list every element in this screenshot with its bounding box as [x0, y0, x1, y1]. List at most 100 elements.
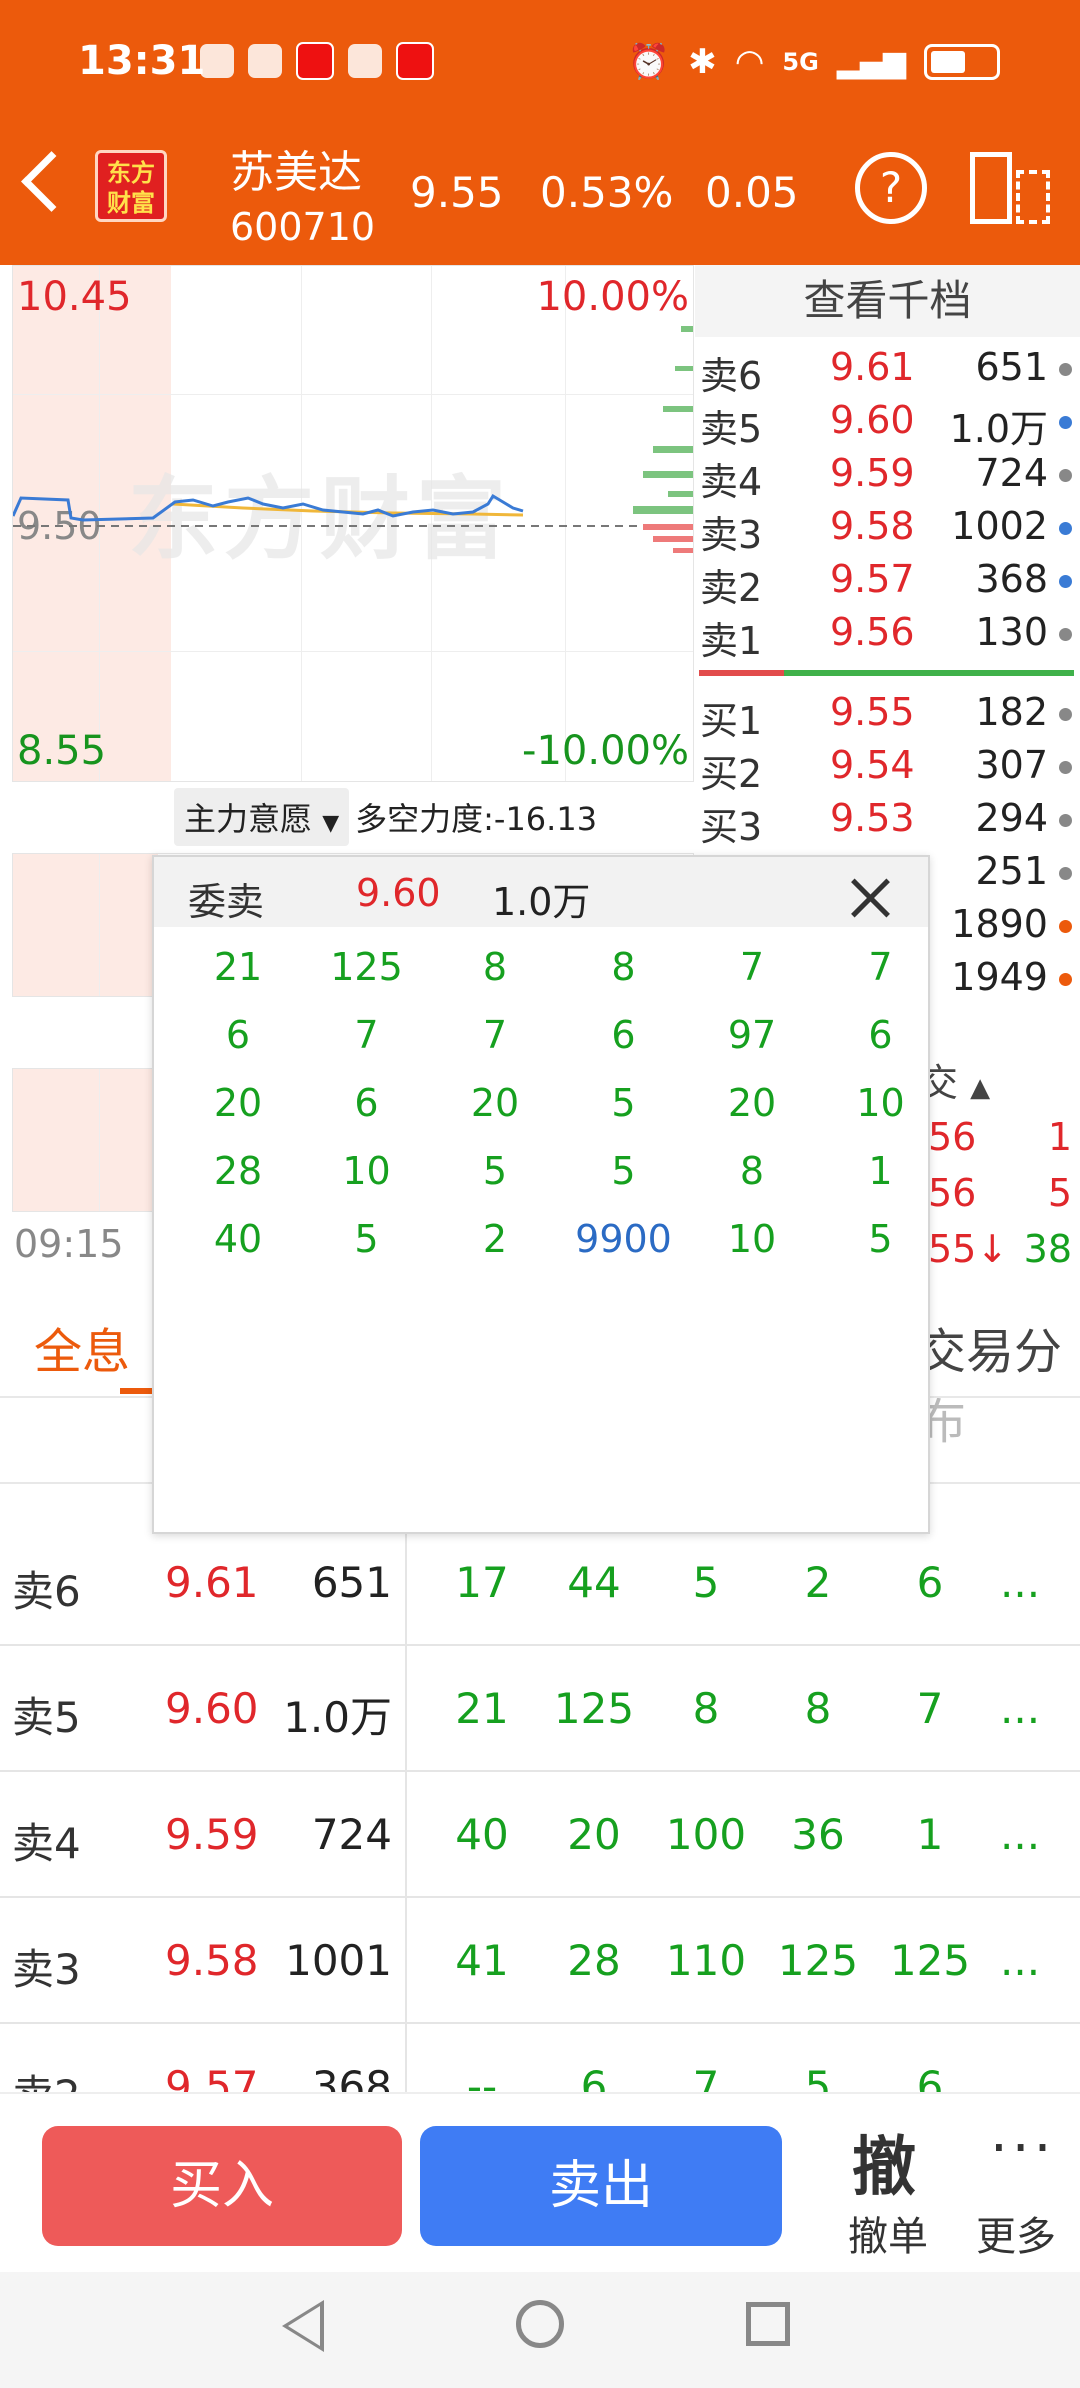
table-more[interactable]: ... — [1000, 1558, 1040, 1607]
table-order-cell: 40 — [455, 1810, 509, 1859]
sell-button[interactable]: 卖出 — [420, 2126, 782, 2246]
table-volume: 1001 — [285, 1936, 392, 1985]
indicator-value: 多空力度:-16.13 — [355, 800, 598, 838]
help-button[interactable]: ? — [855, 152, 927, 224]
table-level-label: 卖3 — [12, 1945, 81, 1994]
cancel-icon: 撤 — [852, 2131, 916, 2205]
layout-switch-icon[interactable] — [970, 152, 1052, 228]
book-buy-row[interactable]: 买1 9.55 182 — [695, 690, 1080, 744]
queue-order-cell: 20 — [213, 1081, 263, 1125]
book-price: 9.53 — [830, 796, 915, 840]
book-sell-row[interactable]: 卖4 9.59 724 — [695, 451, 1080, 505]
book-buy-row[interactable]: 买2 9.54 307 — [695, 743, 1080, 797]
table-order-cell: 125 — [889, 1936, 971, 1985]
close-icon[interactable] — [844, 871, 898, 925]
queue-order-cell: 5 — [354, 1217, 379, 1261]
caret-up-icon: ▲ — [970, 1073, 991, 1103]
book-dot-icon — [1059, 575, 1072, 588]
queue-order-cell: 20 — [470, 1081, 520, 1125]
table-row[interactable]: 卖5 9.60 1.0万 21 125 8 8 7... — [0, 1646, 1080, 1772]
tab-full-info[interactable]: 全息 — [34, 1312, 130, 1382]
table-row[interactable]: 卖4 9.59 724 40 20 100 36 1... — [0, 1772, 1080, 1898]
table-order-cell: 44 — [567, 1558, 621, 1607]
back-arrow-icon[interactable] — [21, 151, 82, 212]
book-volume: 1.0万 — [949, 407, 1048, 451]
book-level-label: 买3 — [700, 805, 763, 849]
queue-order-cell: 9900 — [575, 1217, 672, 1261]
queue-order-cell: 28 — [213, 1149, 263, 1193]
intraday-chart[interactable]: 东方财富 10.45 9.50 8.55 10.00% -10.00% — [12, 265, 694, 782]
queue-order-cell: 5 — [611, 1149, 636, 1193]
book-level-label: 买1 — [700, 699, 763, 743]
table-price: 9.58 — [165, 1936, 259, 1985]
nav-home-icon[interactable] — [516, 2300, 564, 2348]
book-dot-icon — [1059, 522, 1072, 535]
brand-logo: 东方财富 — [95, 150, 167, 222]
depth-bars — [633, 326, 693, 514]
book-buy-row[interactable]: 买3 9.53 294 — [695, 796, 1080, 850]
status-system-icons: ⏰ ✱ ◠ 5G ▂▄▆ — [628, 42, 1000, 82]
table-order-cell: 110 — [665, 1936, 747, 1985]
nav-recents-icon[interactable] — [746, 2302, 790, 2346]
book-sell-row[interactable]: 卖5 9.60 1.0万 — [695, 398, 1080, 452]
indicator-select[interactable]: 主力意愿 ▼ — [174, 788, 350, 846]
tab-trade-distribution[interactable]: 交易分布 — [918, 1312, 1080, 1452]
queue-order-cell: 10 — [342, 1149, 391, 1193]
book-sell-row[interactable]: 卖6 9.61 651 — [695, 345, 1080, 399]
table-order-cell: 41 — [455, 1936, 509, 1985]
table-order-cell: 8 — [692, 1684, 720, 1733]
book-level-label: 卖6 — [700, 354, 763, 398]
nav-back-icon[interactable] — [282, 2300, 324, 2352]
queue-order-cell: 1 — [868, 1149, 893, 1193]
queue-order-cell: 8 — [611, 945, 636, 989]
book-dot-icon — [1059, 469, 1072, 482]
table-row[interactable]: 卖6 9.61 651 17 44 5 2 6... — [0, 1520, 1080, 1646]
queue-order-cell: 10 — [727, 1217, 777, 1261]
trade-volume: 1 — [1047, 1115, 1072, 1159]
book-dot-icon — [1059, 628, 1072, 641]
book-level-label: 卖4 — [700, 460, 763, 504]
book-volume: 182 — [975, 690, 1048, 734]
queue-order-cell: 6 — [611, 1013, 636, 1057]
table-order-cell: 2 — [804, 1558, 832, 1607]
indicator-bar: 主力意愿 ▼ 多空力度:-16.13 — [174, 788, 597, 846]
table-more[interactable]: ... — [1000, 1684, 1040, 1733]
stock-name: 苏美达 — [230, 147, 362, 198]
book-price: 9.55 — [830, 690, 915, 734]
book-level-label: 卖3 — [700, 513, 763, 557]
table-more[interactable]: ... — [1000, 1810, 1040, 1859]
book-dot-icon — [1059, 708, 1072, 721]
book-volume: 251 — [975, 849, 1048, 893]
dropdown-icon: ▼ — [322, 811, 340, 836]
book-sell-row[interactable]: 卖1 9.56 130 — [695, 610, 1080, 664]
app-icon — [296, 42, 334, 80]
trade-volume: 5 — [1047, 1171, 1072, 1215]
order-queue-popup: 委卖 9.60 1.0万 21 125 8 8 7 7 6 7 7 6 97 6 20 6 20 5 20 10 2… — [152, 855, 930, 1534]
book-sell-row[interactable]: 卖2 9.57 368 — [695, 557, 1080, 611]
table-order-cell: 6 — [916, 1558, 944, 1607]
view-depth-button[interactable]: 查看千档 — [695, 265, 1080, 337]
book-dot-icon — [1059, 416, 1072, 429]
tab-underline — [120, 1388, 156, 1394]
queue-order-cell: 6 — [225, 1013, 251, 1057]
system-nav-bar — [0, 2272, 1080, 2388]
book-volume: 368 — [975, 557, 1048, 601]
hand-icon — [200, 44, 234, 78]
table-order-cell: 125 — [777, 1936, 859, 1985]
send-icon — [348, 44, 382, 78]
book-price: 9.56 — [830, 610, 915, 654]
table-price: 9.60 — [165, 1684, 259, 1733]
book-price: 9.54 — [830, 743, 915, 787]
book-dot-icon — [1059, 761, 1072, 774]
alarm-icon: ⏰ — [627, 42, 671, 82]
book-volume: 1890 — [951, 902, 1048, 946]
cancel-label: 撤单 — [848, 2214, 928, 2260]
book-sell-row[interactable]: 卖3 9.58 1002 — [695, 504, 1080, 558]
table-order-cell: 5 — [692, 1558, 720, 1607]
queue-order-cell: 6 — [868, 1013, 893, 1057]
table-row[interactable]: 卖3 9.58 1001 41 28 110 125 125... — [0, 1898, 1080, 2024]
book-price: 9.60 — [830, 398, 915, 442]
buy-button[interactable]: 买入 — [42, 2126, 402, 2246]
popup-price: 9.60 — [356, 871, 441, 915]
table-more[interactable]: ... — [1000, 1936, 1040, 1985]
